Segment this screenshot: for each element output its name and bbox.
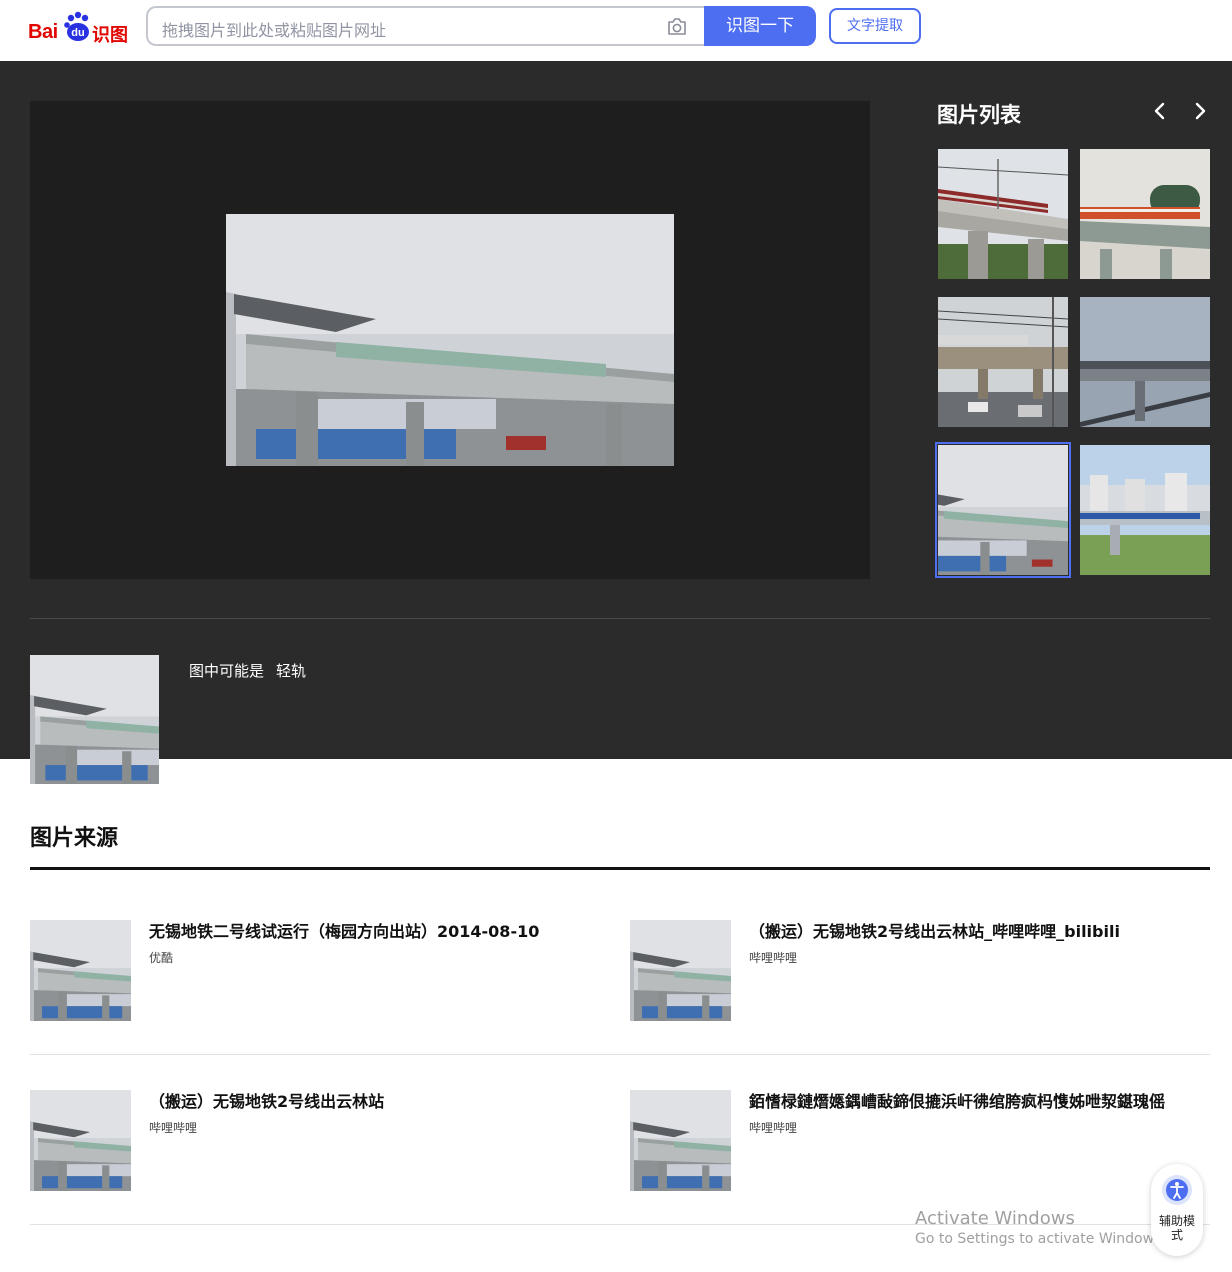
assist-mode-button[interactable]: 辅助模式 bbox=[1151, 1164, 1203, 1256]
camera-icon[interactable] bbox=[666, 17, 688, 37]
baidu-shitu-logo[interactable]: Bai du 识图 bbox=[28, 9, 130, 46]
source-title[interactable]: （搬运）无锡地铁2号线出云林站_哔哩哔哩_bilibili bbox=[749, 918, 1120, 942]
thumbnail-6[interactable] bbox=[1080, 445, 1210, 575]
thumbnail-5-selected[interactable] bbox=[935, 442, 1071, 578]
recognition-label[interactable]: 轻轨 bbox=[276, 662, 306, 680]
logo-text-shitu: 识图 bbox=[92, 25, 128, 46]
source-item[interactable]: 銆愭椂鏈熸嫕鍝嶆敮鍗佷摝浜屽彿绾胯疯杩愯姊呭洯鍖瑰傜 哔哩哔哩 bbox=[630, 1090, 1190, 1194]
search-button[interactable]: 识图一下 bbox=[704, 6, 816, 46]
row-divider bbox=[30, 1054, 1210, 1055]
chevron-left-icon[interactable] bbox=[1148, 99, 1172, 123]
top-header: Bai du 识图 拖拽图片到此处或粘贴图片网址 识图一下 文字提取 bbox=[0, 0, 1232, 61]
section-divider bbox=[30, 618, 1210, 619]
source-thumbnail[interactable] bbox=[630, 920, 731, 1021]
query-image bbox=[226, 214, 674, 466]
source-site: 哔哩哔哩 bbox=[749, 951, 798, 965]
chevron-right-icon[interactable] bbox=[1188, 99, 1212, 123]
thumbnail-3[interactable] bbox=[938, 297, 1068, 427]
source-title[interactable]: （搬运）无锡地铁2号线出云林站 bbox=[149, 1088, 384, 1112]
source-item[interactable]: （搬运）无锡地铁2号线出云林站_哔哩哔哩_bilibili 哔哩哔哩 bbox=[630, 920, 1190, 1024]
source-title[interactable]: 銆愭椂鏈熸嫕鍝嶆敮鍗佷摝浜屽彿绾胯疯杩愯姊呭洯鍖瑰傜 bbox=[749, 1088, 1165, 1112]
assist-mode-label: 辅助模式 bbox=[1159, 1214, 1196, 1242]
source-thumbnail[interactable] bbox=[30, 920, 131, 1021]
windows-activation-watermark: Activate Windows Go to Settings to activ… bbox=[915, 1208, 1166, 1247]
source-item[interactable]: （搬运）无锡地铁2号线出云林站 哔哩哔哩 bbox=[30, 1090, 590, 1194]
activate-title: Activate Windows bbox=[915, 1208, 1075, 1229]
thumbnail-4[interactable] bbox=[1080, 297, 1210, 427]
search-placeholder: 拖拽图片到此处或粘贴图片网址 bbox=[162, 21, 387, 40]
activate-subtitle: Go to Settings to activate Windows. bbox=[915, 1231, 1166, 1247]
source-item[interactable]: 无锡地铁二号线试运行（梅园方向出站）2014-08-10 优酷 bbox=[30, 920, 590, 1024]
svg-text:du: du bbox=[71, 27, 84, 39]
thumbnail-1[interactable] bbox=[938, 149, 1068, 279]
logo-text-bai: Bai bbox=[28, 21, 58, 43]
image-viewer-panel: 图片列表 图中可能是 轻轨 bbox=[0, 61, 1232, 759]
image-list-title: 图片列表 bbox=[937, 103, 1021, 127]
source-site: 优酷 bbox=[149, 951, 174, 965]
source-thumbnail[interactable] bbox=[630, 1090, 731, 1191]
source-site: 哔哩哔哩 bbox=[149, 1121, 198, 1135]
source-title[interactable]: 无锡地铁二号线试运行（梅园方向出站）2014-08-10 bbox=[149, 918, 539, 942]
source-thumbnail[interactable] bbox=[30, 1090, 131, 1191]
text-extract-button[interactable]: 文字提取 bbox=[829, 8, 921, 44]
guess-thumbnail bbox=[30, 655, 159, 784]
image-search-input[interactable]: 拖拽图片到此处或粘贴图片网址 bbox=[146, 6, 706, 46]
paw-logo-icon: du bbox=[64, 11, 89, 41]
sources-title: 图片来源 bbox=[30, 826, 119, 851]
recognition-prefix: 图中可能是 bbox=[189, 662, 265, 680]
recognition-result: 图中可能是 轻轨 bbox=[189, 660, 318, 681]
sources-title-rule bbox=[30, 867, 1210, 870]
source-site: 哔哩哔哩 bbox=[749, 1121, 798, 1135]
preview-stage bbox=[30, 101, 870, 579]
accessibility-icon bbox=[1162, 1175, 1192, 1205]
thumbnail-2[interactable] bbox=[1080, 149, 1210, 279]
